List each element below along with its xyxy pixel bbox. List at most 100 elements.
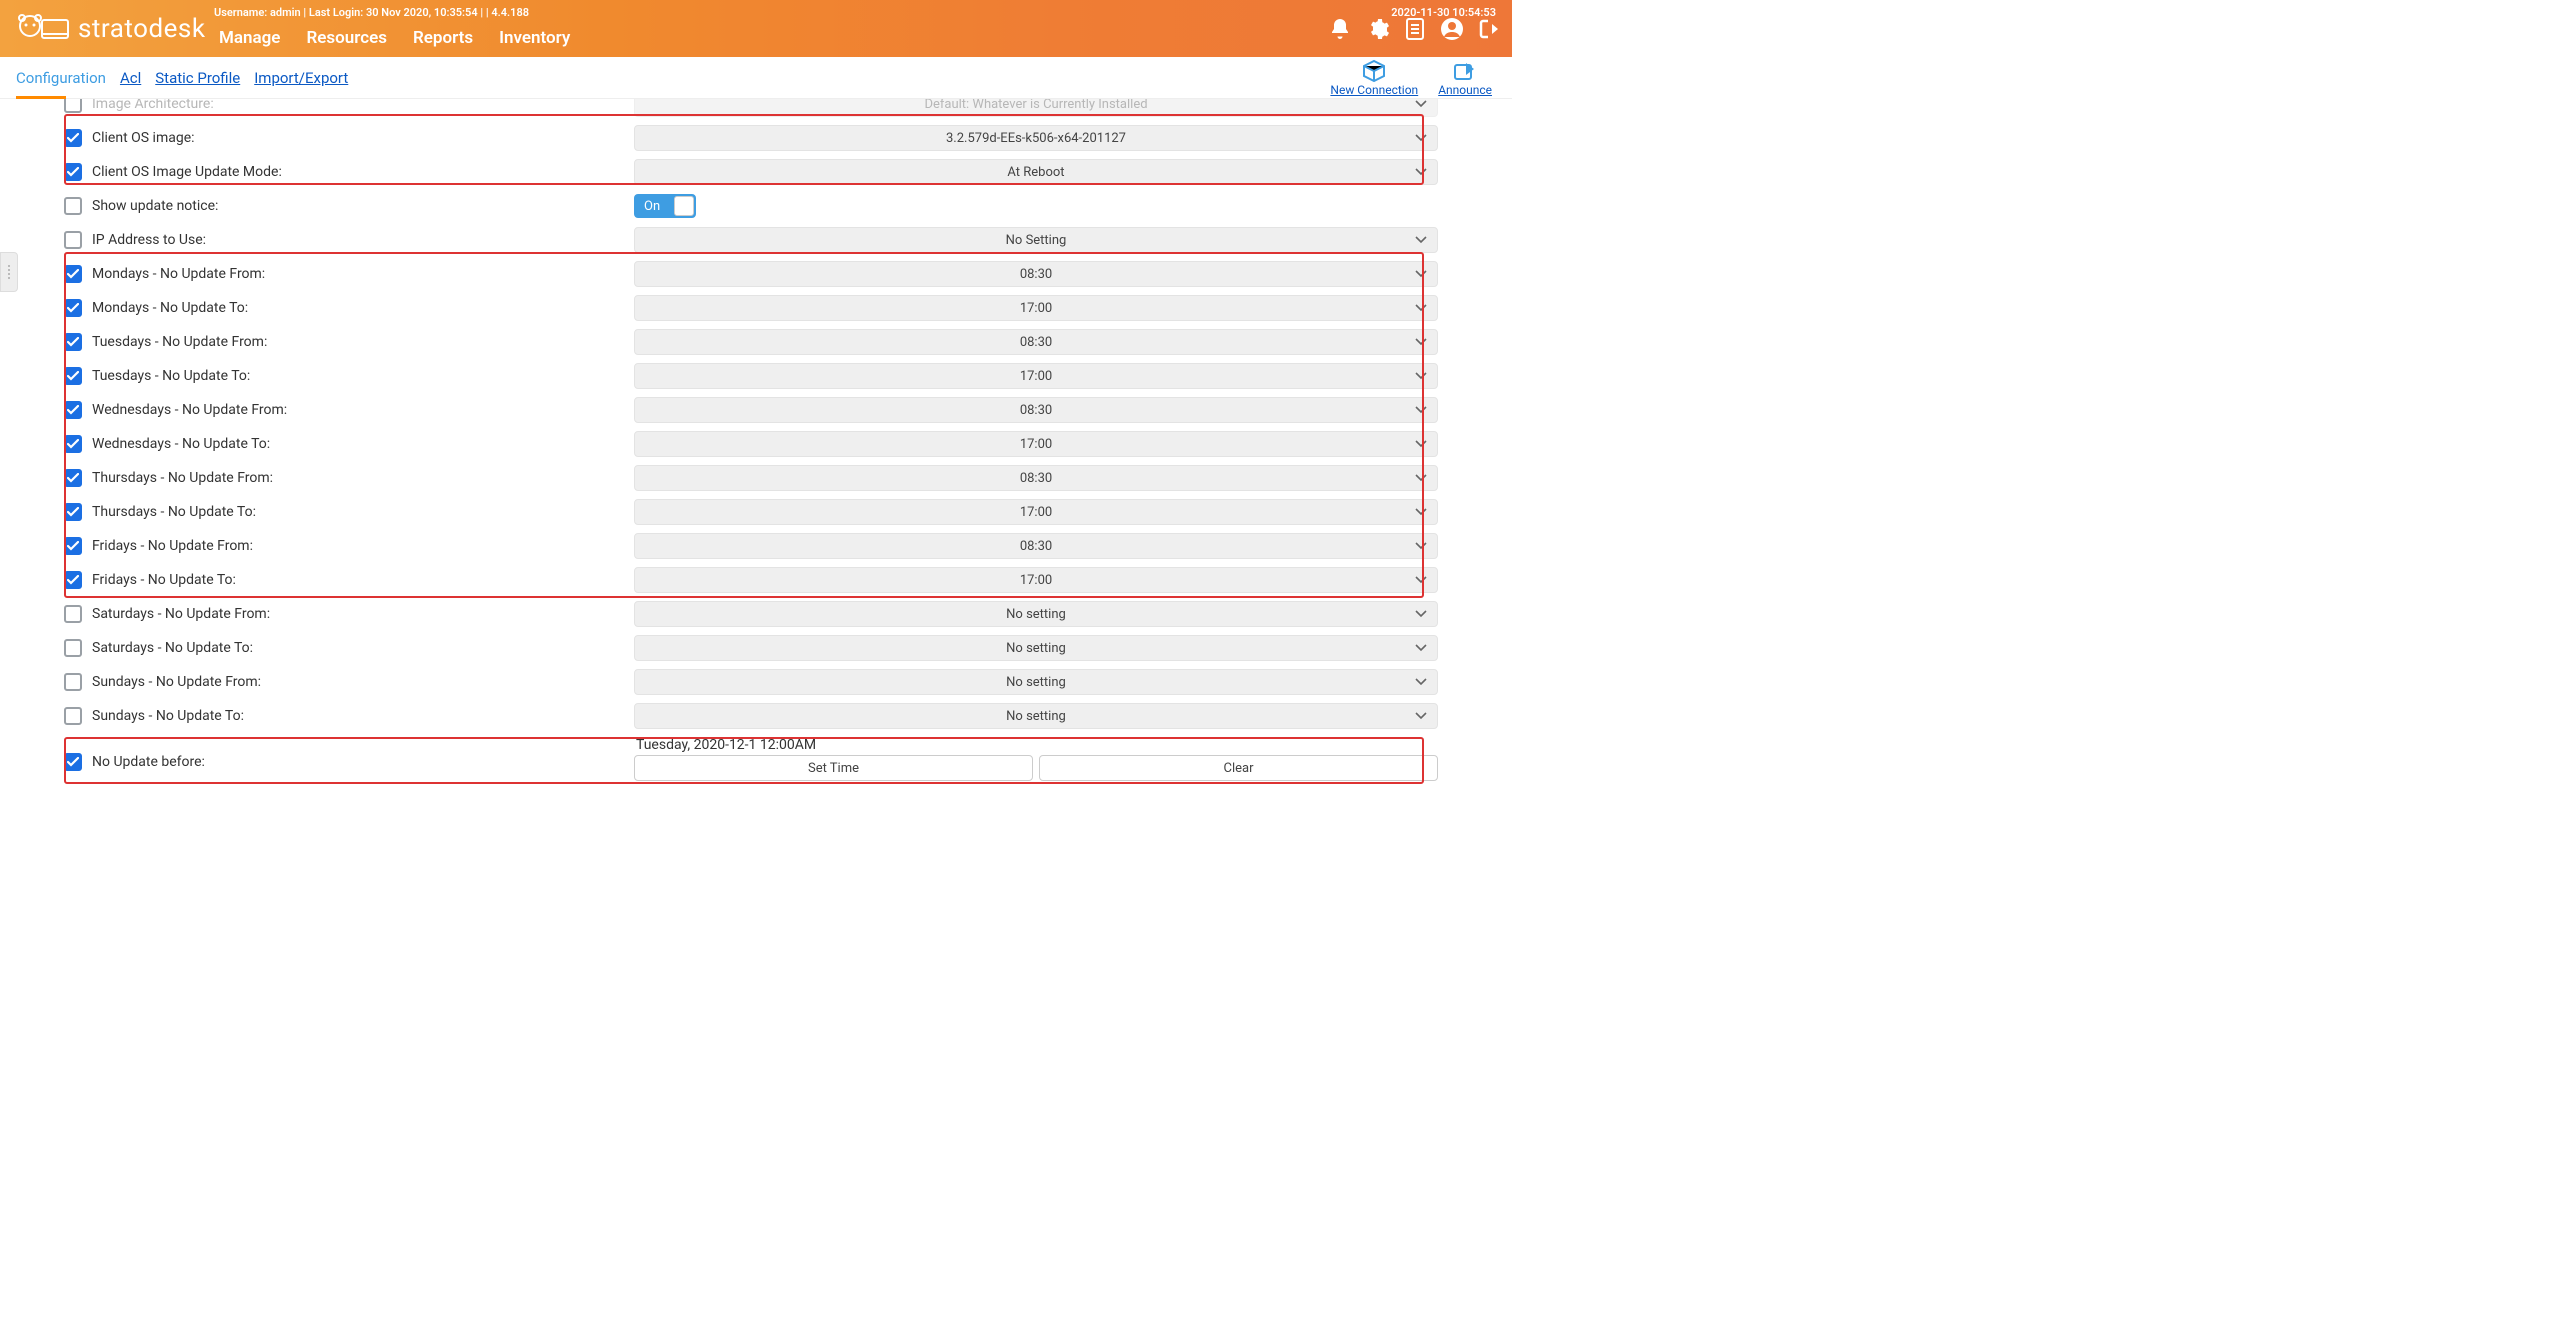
- dropdown[interactable]: No Setting: [634, 227, 1438, 253]
- chevron-down-icon: [1415, 403, 1427, 418]
- checkbox[interactable]: [64, 753, 82, 771]
- settings-row: Fridays - No Update To:17:00: [64, 563, 1440, 597]
- dropdown[interactable]: No setting: [634, 703, 1438, 729]
- dropdown[interactable]: No setting: [634, 669, 1438, 695]
- row-value: 08:30: [634, 329, 1438, 355]
- row-label: Mondays - No Update From:: [92, 266, 265, 282]
- dropdown[interactable]: 17:00: [634, 295, 1438, 321]
- dropdown[interactable]: 08:30: [634, 465, 1438, 491]
- checkbox[interactable]: [64, 707, 82, 725]
- chevron-down-icon: [1415, 471, 1427, 486]
- dropdown[interactable]: 08:30: [634, 329, 1438, 355]
- tab-import-export[interactable]: Import/Export: [254, 69, 348, 87]
- dropdown[interactable]: No setting: [634, 601, 1438, 627]
- row-label: Client OS Image Update Mode:: [92, 164, 282, 180]
- checkbox[interactable]: [64, 605, 82, 623]
- nav-reports[interactable]: Reports: [400, 22, 486, 54]
- checkbox[interactable]: [64, 469, 82, 487]
- checkbox[interactable]: [64, 231, 82, 249]
- logout-icon[interactable]: [1478, 17, 1502, 41]
- settings-row: Mondays - No Update To:17:00: [64, 291, 1440, 325]
- row-value: No setting: [634, 601, 1438, 627]
- row-label: Saturdays - No Update To:: [92, 640, 253, 656]
- header: stratodesk Username: admin | Last Login:…: [0, 0, 1512, 57]
- content: Configuration Acl Static Profile Import/…: [0, 57, 1512, 786]
- row-value: 08:30: [634, 261, 1438, 287]
- chevron-down-icon: [1415, 573, 1427, 588]
- chevron-down-icon: [1415, 709, 1427, 724]
- row-value: 17:00: [634, 295, 1438, 321]
- checkbox[interactable]: [64, 435, 82, 453]
- document-icon[interactable]: [1404, 17, 1426, 41]
- brand-text: stratodesk: [78, 14, 206, 44]
- chevron-down-icon: [1415, 539, 1427, 554]
- no-update-before-row: No Update before:Tuesday, 2020-12-1 12:0…: [64, 737, 1440, 786]
- checkbox[interactable]: [64, 333, 82, 351]
- dropdown[interactable]: 17:00: [634, 499, 1438, 525]
- row-value: No setting: [634, 635, 1438, 661]
- row-label: Tuesdays - No Update To:: [92, 368, 250, 384]
- row-value: No Setting: [634, 227, 1438, 253]
- checkbox[interactable]: [64, 163, 82, 181]
- tab-acl[interactable]: Acl: [120, 69, 141, 87]
- row-label: IP Address to Use:: [92, 232, 206, 248]
- row-label: Client OS image:: [92, 130, 195, 146]
- checkbox[interactable]: [64, 503, 82, 521]
- settings-row: Client OS Image Update Mode: At Reboot: [64, 155, 1440, 189]
- row-value: 17:00: [634, 499, 1438, 525]
- dropdown[interactable]: 08:30: [634, 261, 1438, 287]
- dropdown[interactable]: 17:00: [634, 567, 1438, 593]
- row-value: 17:00: [634, 363, 1438, 389]
- settings-row: Wednesdays - No Update To:17:00: [64, 427, 1440, 461]
- gear-icon[interactable]: [1366, 17, 1390, 41]
- row-value: No setting: [634, 703, 1438, 729]
- bear-monitor-icon: [12, 10, 72, 48]
- settings-row: Mondays - No Update From: 08:30: [64, 257, 1440, 291]
- toggle[interactable]: On: [634, 194, 696, 218]
- announce-button[interactable]: Announce: [1438, 59, 1492, 97]
- new-connection-button[interactable]: New Connection: [1330, 59, 1418, 97]
- checkbox[interactable]: [64, 367, 82, 385]
- chevron-down-icon: [1415, 267, 1427, 282]
- chevron-down-icon: [1415, 437, 1427, 452]
- chevron-down-icon: [1415, 301, 1427, 316]
- checkbox[interactable]: [64, 401, 82, 419]
- chevron-down-icon: [1415, 641, 1427, 656]
- chevron-down-icon: [1415, 607, 1427, 622]
- dropdown[interactable]: No setting: [634, 635, 1438, 661]
- checkbox[interactable]: [64, 129, 82, 147]
- settings-row: Thursdays - No Update From:08:30: [64, 461, 1440, 495]
- row-value: 17:00: [634, 567, 1438, 593]
- dropdown[interactable]: 3.2.579d-EEs-k506-x64-201127: [634, 125, 1438, 151]
- sidebar-handle[interactable]: [0, 252, 18, 292]
- checkbox[interactable]: [64, 197, 82, 215]
- chevron-down-icon: [1415, 165, 1427, 180]
- user-icon[interactable]: [1440, 17, 1464, 41]
- dropdown[interactable]: 08:30: [634, 533, 1438, 559]
- nav-inventory[interactable]: Inventory: [486, 22, 583, 54]
- set-time-button[interactable]: Set Time: [634, 755, 1033, 781]
- checkbox[interactable]: [64, 537, 82, 555]
- checkbox[interactable]: [64, 299, 82, 317]
- checkbox[interactable]: [64, 639, 82, 657]
- tab-static-profile[interactable]: Static Profile: [155, 69, 240, 87]
- checkbox[interactable]: [64, 571, 82, 589]
- row-value: No setting: [634, 669, 1438, 695]
- dropdown[interactable]: 08:30: [634, 397, 1438, 423]
- row-value: On: [634, 194, 696, 218]
- settings-row: Thursdays - No Update To:17:00: [64, 495, 1440, 529]
- checkbox[interactable]: [64, 673, 82, 691]
- settings-row: IP Address to Use: No Setting: [64, 223, 1440, 257]
- settings-row: Saturdays - No Update To: No setting: [64, 631, 1440, 665]
- dropdown[interactable]: At Reboot: [634, 159, 1438, 185]
- dropdown[interactable]: 17:00: [634, 431, 1438, 457]
- nav-manage[interactable]: Manage: [206, 22, 293, 54]
- bell-icon[interactable]: [1328, 17, 1352, 41]
- settings-row: Fridays - No Update From:08:30: [64, 529, 1440, 563]
- nav-resources[interactable]: Resources: [293, 22, 400, 54]
- tab-configuration[interactable]: Configuration: [16, 69, 106, 87]
- clear-button[interactable]: Clear: [1039, 755, 1438, 781]
- checkbox[interactable]: [64, 265, 82, 283]
- dropdown[interactable]: 17:00: [634, 363, 1438, 389]
- no-update-before-timestamp: Tuesday, 2020-12-1 12:00AM: [634, 737, 1438, 753]
